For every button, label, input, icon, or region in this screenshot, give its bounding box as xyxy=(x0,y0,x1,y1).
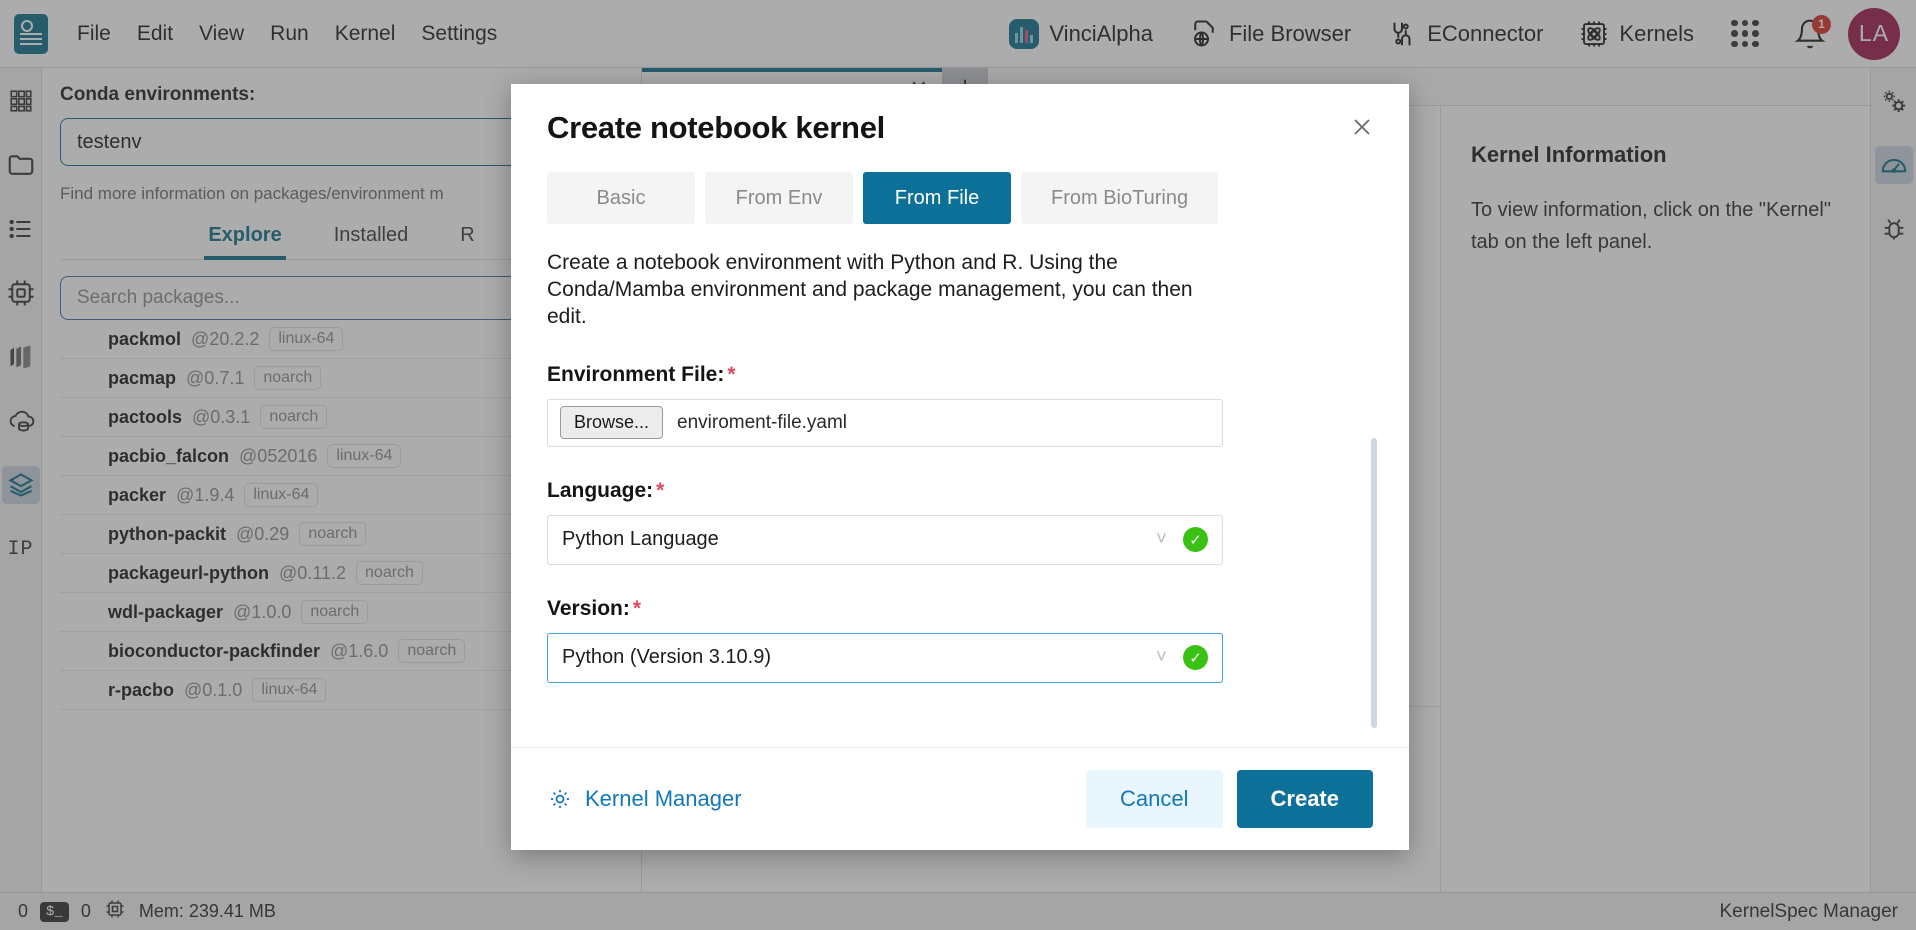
selected-file-name: enviroment-file.yaml xyxy=(677,412,847,434)
browse-button[interactable]: Browse... xyxy=(560,406,663,439)
dialog-description: Create a notebook environment with Pytho… xyxy=(547,250,1207,331)
version-label: Version:* xyxy=(547,597,1373,621)
required-mark: * xyxy=(656,479,664,502)
version-select[interactable]: Python (Version 3.10.9) ˅ ✓ xyxy=(547,633,1223,683)
chevron-down-icon: ˅ xyxy=(1156,647,1167,669)
chevron-down-icon: ˅ xyxy=(1156,529,1167,551)
required-mark: * xyxy=(727,363,735,386)
dialog-body: Create a notebook environment with Pytho… xyxy=(511,224,1409,747)
tab-basic[interactable]: Basic xyxy=(547,172,695,224)
dialog-title: Create notebook kernel xyxy=(547,110,1373,146)
create-button[interactable]: Create xyxy=(1237,770,1373,828)
cancel-button[interactable]: Cancel xyxy=(1086,770,1222,828)
tab-from-file[interactable]: From File xyxy=(863,172,1011,224)
dialog-mode-tabs: Basic From Env From File From BioTuring xyxy=(547,172,1373,224)
check-circle-icon: ✓ xyxy=(1183,527,1208,552)
environment-file-input[interactable]: Browse... enviroment-file.yaml xyxy=(547,399,1223,447)
tab-from-env[interactable]: From Env xyxy=(705,172,853,224)
required-mark: * xyxy=(633,597,641,620)
tab-from-bioturing[interactable]: From BioTuring xyxy=(1021,172,1218,224)
language-label: Language:* xyxy=(547,479,1373,503)
language-select-value: Python Language xyxy=(562,528,1156,551)
language-select[interactable]: Python Language ˅ ✓ xyxy=(547,515,1223,565)
dialog-header: Create notebook kernel xyxy=(511,84,1409,146)
close-icon[interactable] xyxy=(1345,110,1379,144)
version-select-value: Python (Version 3.10.9) xyxy=(562,646,1156,669)
kernel-manager-link[interactable]: Kernel Manager xyxy=(547,786,742,812)
application-window: File Edit View Run Kernel Settings Vinci… xyxy=(0,0,1916,930)
gear-icon xyxy=(547,786,573,812)
dialog-footer: Kernel Manager Cancel Create xyxy=(511,747,1409,850)
kernel-manager-label: Kernel Manager xyxy=(585,786,742,812)
create-notebook-kernel-dialog: Create notebook kernel Basic From Env Fr… xyxy=(511,84,1409,850)
check-circle-icon: ✓ xyxy=(1183,645,1208,670)
environment-file-label: Environment File:* xyxy=(547,363,1373,387)
dialog-scrollbar[interactable] xyxy=(1371,438,1377,728)
